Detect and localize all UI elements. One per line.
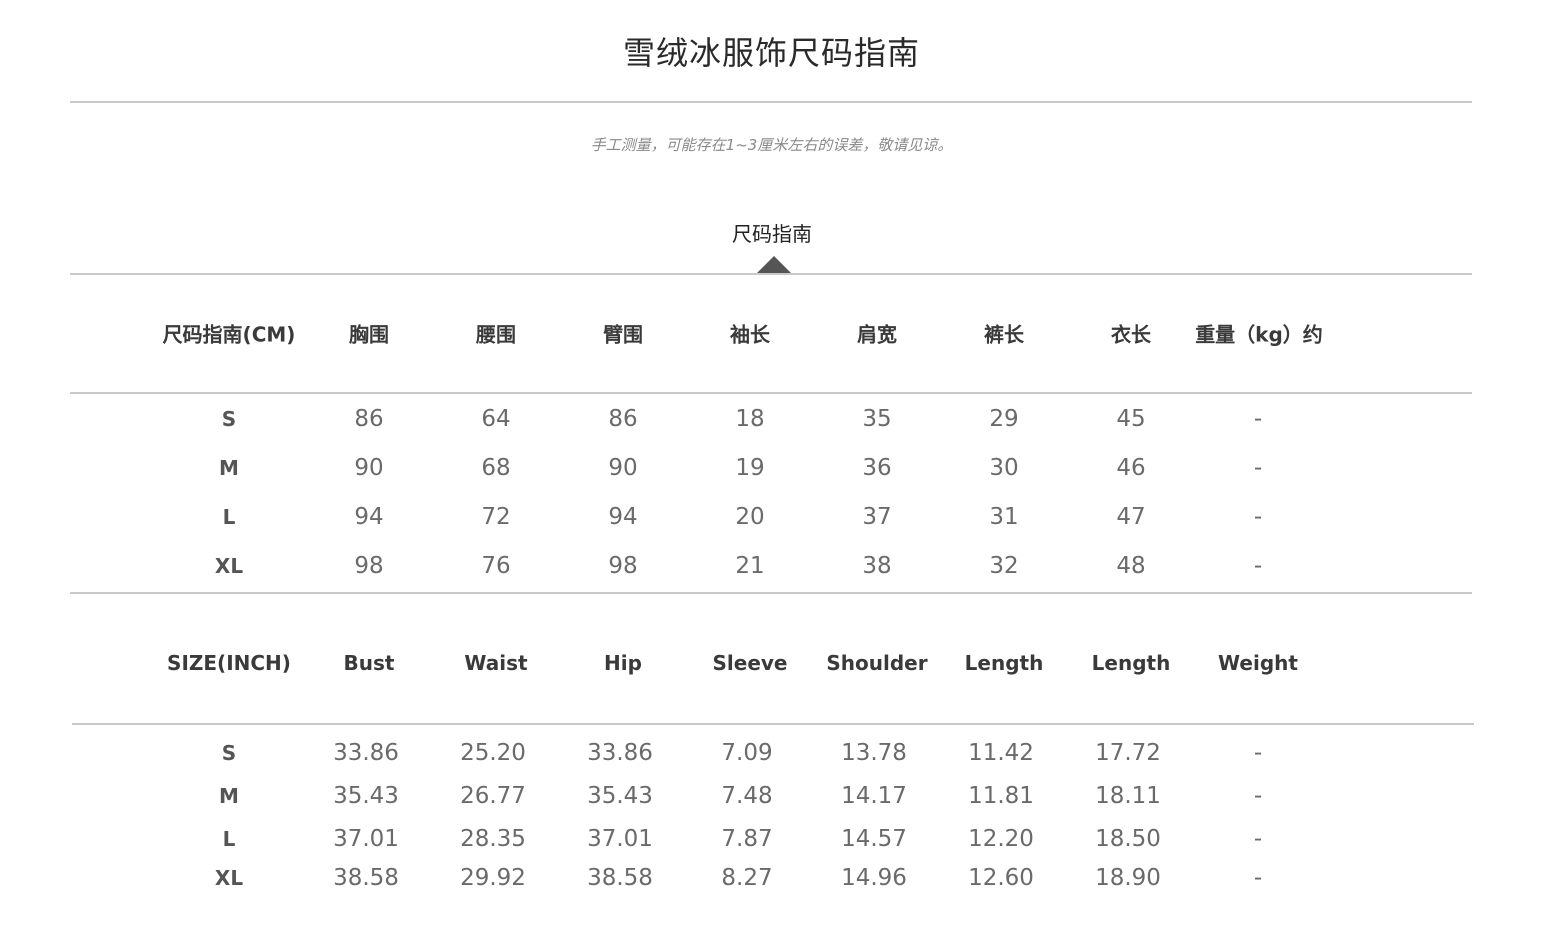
table-cell: 17.72 (1095, 740, 1161, 766)
table-cell: 18.11 (1095, 783, 1161, 809)
size-label: L (222, 827, 236, 851)
size-label: XL (214, 554, 244, 578)
table-cell: - (1253, 406, 1263, 432)
divider (70, 101, 1472, 103)
table-cell: - (1253, 553, 1263, 579)
table-cell: 18.90 (1095, 865, 1161, 891)
page-title: 雪绒冰服饰尺码指南 (622, 34, 920, 72)
table-cell: - (1253, 826, 1263, 852)
divider (70, 592, 1472, 594)
table-cell: - (1253, 504, 1263, 530)
size-label: S (221, 407, 237, 431)
column-header: 尺码指南(CM) (162, 322, 296, 347)
column-header: Weight (1218, 651, 1298, 675)
tab-size-guide[interactable]: 尺码指南 (720, 218, 824, 247)
size-label: M (219, 784, 239, 808)
size-label: M (219, 456, 239, 480)
divider (70, 392, 1472, 394)
column-header: SIZE(INCH) (167, 651, 291, 675)
table-cell: 18.50 (1095, 826, 1161, 852)
table-cell: - (1253, 783, 1263, 809)
column-header: 重量（kg）约 (1195, 322, 1323, 347)
size-label: XL (214, 866, 244, 890)
divider (72, 723, 1474, 725)
size-label: S (221, 741, 237, 765)
divider (70, 273, 1472, 275)
table-cell: - (1253, 740, 1263, 766)
tab-indicator-icon (756, 256, 792, 274)
size-label: L (222, 505, 236, 529)
table-cell: - (1253, 865, 1263, 891)
measurement-note: 手工测量，可能存在1~3厘米左右的误差，敬请见谅。 (590, 136, 953, 154)
table-cell: - (1253, 455, 1263, 481)
